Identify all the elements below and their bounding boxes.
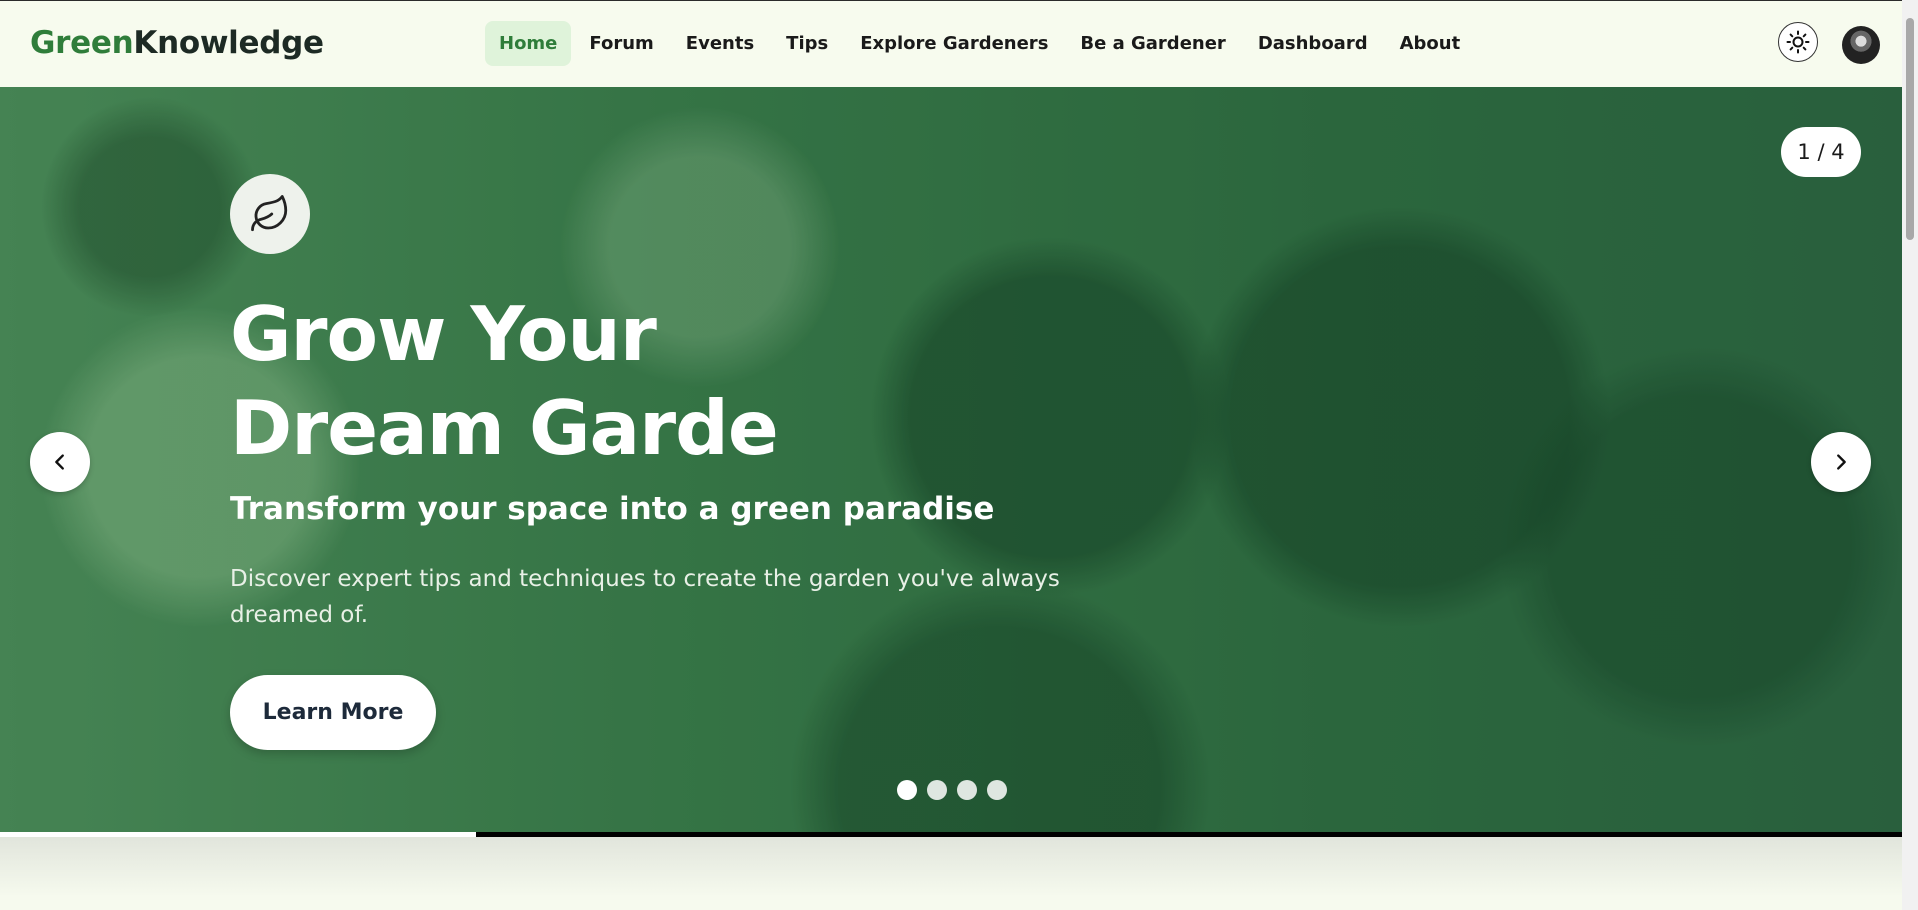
nav-dashboard[interactable]: Dashboard bbox=[1244, 21, 1382, 66]
nav-home[interactable]: Home bbox=[485, 21, 572, 66]
next-slide-button[interactable] bbox=[1811, 432, 1871, 492]
slide-counter: 1 / 4 bbox=[1781, 127, 1861, 177]
navbar: GreenKnowledge Home Forum Events Tips Ex… bbox=[0, 1, 1902, 88]
nav-forum[interactable]: Forum bbox=[575, 21, 667, 66]
page-scrollbar[interactable] bbox=[1902, 0, 1918, 910]
nav-explore-gardeners[interactable]: Explore Gardeners bbox=[846, 21, 1062, 66]
hero-icon-badge bbox=[230, 174, 310, 254]
nav-be-a-gardener[interactable]: Be a Gardener bbox=[1066, 21, 1239, 66]
hero-title: Grow Your Dream Garde bbox=[230, 290, 779, 472]
slide-dot-2[interactable] bbox=[927, 780, 947, 800]
nav-events[interactable]: Events bbox=[672, 21, 768, 66]
sun-icon bbox=[1786, 30, 1810, 54]
nav-about[interactable]: About bbox=[1386, 21, 1475, 66]
nav-tips[interactable]: Tips bbox=[772, 21, 842, 66]
brand-logo[interactable]: GreenKnowledge bbox=[30, 25, 324, 61]
chevron-right-icon bbox=[1837, 454, 1846, 470]
slide-dot-3[interactable] bbox=[957, 780, 977, 800]
hero-description: Discover expert tips and techniques to c… bbox=[230, 566, 1060, 628]
hero-subtitle: Transform your space into a green paradi… bbox=[230, 491, 995, 527]
user-avatar[interactable] bbox=[1842, 26, 1880, 64]
scrollbar-thumb[interactable] bbox=[1906, 18, 1914, 240]
main-nav: Home Forum Events Tips Explore Gardeners… bbox=[485, 21, 1474, 66]
hero-slider: Grow Your Dream Garde Transform your spa… bbox=[0, 87, 1902, 833]
prev-slide-button[interactable] bbox=[30, 432, 90, 492]
brand-part-green: Green bbox=[30, 25, 134, 61]
slide-dot-4[interactable] bbox=[987, 780, 1007, 800]
learn-more-button[interactable]: Learn More bbox=[230, 675, 436, 750]
section-shadow bbox=[0, 837, 1902, 897]
brand-part-knowledge: Knowledge bbox=[133, 25, 324, 61]
slide-dots bbox=[897, 780, 1007, 800]
chevron-left-icon bbox=[55, 454, 64, 470]
theme-toggle-button[interactable] bbox=[1778, 22, 1818, 62]
slide-dot-1[interactable] bbox=[897, 780, 917, 800]
leaf-icon bbox=[251, 195, 288, 232]
